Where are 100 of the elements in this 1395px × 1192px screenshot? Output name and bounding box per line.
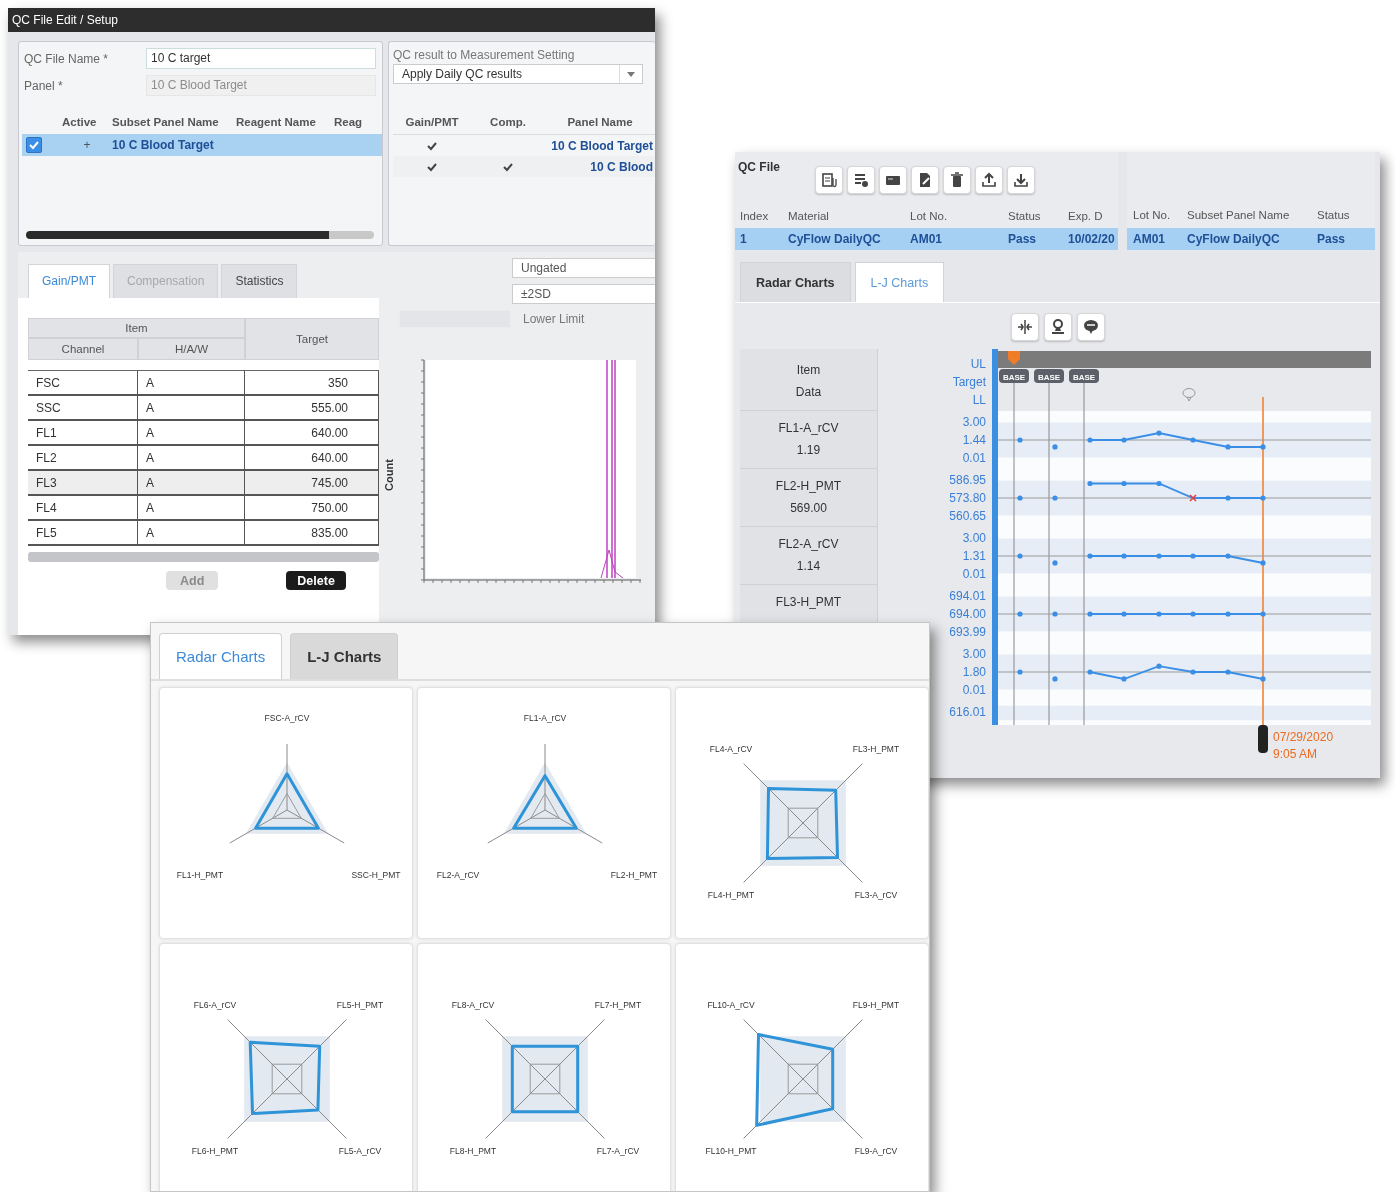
data-point	[1121, 553, 1127, 559]
data-point	[1087, 480, 1093, 487]
limit-value: 0.01	[962, 450, 986, 466]
check-icon	[28, 140, 40, 150]
caret-icon	[626, 70, 636, 78]
axis-label: FL5-A_rCV	[338, 1146, 382, 1156]
toolbar-button[interactable]	[847, 166, 875, 194]
axis-title: Count	[383, 459, 395, 491]
data-label: Data	[795, 385, 822, 399]
baseline-tag[interactable]: BASE	[1034, 369, 1064, 383]
table-cell-text: Pass	[1008, 232, 1038, 247]
toolbar-button[interactable]	[1076, 313, 1105, 341]
table-row[interactable]: AM01 CyFlow DailyQC Pass	[1127, 228, 1375, 250]
column-header: Active	[62, 116, 98, 128]
toolbar-button[interactable]	[943, 166, 971, 194]
table-cell: FL3	[28, 471, 138, 494]
table-cell: A	[138, 371, 245, 394]
axis-label: FL10-A_rCV	[707, 1000, 755, 1010]
table-cell-text: 10 C Blood Target	[112, 138, 215, 152]
column-header: Gain/PMT	[404, 116, 460, 128]
tab[interactable]: L-J Charts	[290, 633, 399, 679]
axis-label: FL4-A_rCV	[709, 744, 753, 754]
baseline-tag[interactable]: BASE	[999, 369, 1029, 383]
limit-value: 3.00	[962, 646, 986, 662]
button[interactable]: Delete	[286, 571, 346, 590]
column-header: Item	[28, 318, 245, 338]
axis-label: FL6-H_PMT	[191, 1146, 239, 1156]
data-point	[1087, 611, 1093, 617]
table-cell-text: AM01	[1133, 232, 1166, 246]
table-row[interactable]: FL1 A 640.00	[28, 421, 379, 446]
item-label: FL3-H_PMT	[775, 595, 842, 609]
data-point	[1260, 611, 1266, 617]
table-cell: FL2	[28, 446, 138, 469]
data-label: 1.19	[796, 443, 821, 457]
toolbar-button[interactable]	[1043, 313, 1072, 341]
table-cell: A	[138, 396, 245, 419]
table-row[interactable]: + 10 C Blood Target	[22, 134, 382, 156]
dropdown[interactable]: Apply Daily QC results	[393, 64, 643, 84]
column-header: Material	[788, 209, 830, 222]
data-point	[1156, 663, 1162, 669]
axis-label: FL4-H_PMT	[707, 890, 755, 900]
checkbox[interactable]	[26, 137, 42, 153]
table-cell-text: 1	[740, 232, 748, 247]
data-point	[1260, 560, 1266, 566]
table-row[interactable]: 10 C Blood Target	[393, 135, 655, 156]
dropdown[interactable]: ±2SD	[512, 284, 655, 304]
data-point	[1225, 495, 1231, 501]
data-point	[1190, 553, 1196, 559]
toolbar-button[interactable]	[815, 166, 843, 194]
table-cell: FL4	[28, 496, 138, 519]
horizontal-scrollbar[interactable]	[28, 552, 379, 562]
axis-label: FL7-A_rCV	[596, 1146, 640, 1156]
toolbar-button[interactable]	[879, 166, 907, 194]
download-icon	[1013, 172, 1029, 188]
marker-icon[interactable]	[1008, 351, 1020, 365]
target-value: 694.00	[949, 606, 986, 622]
toolbar-button[interactable]	[975, 166, 1003, 194]
table-row[interactable]: 1 CyFlow DailyQC AM01 Pass 10/02/20	[735, 228, 1118, 250]
data-point	[1156, 480, 1162, 487]
toolbar-button[interactable]	[911, 166, 939, 194]
table-cell: FL5	[28, 521, 138, 544]
limit-value: 3.00	[962, 414, 986, 430]
data-point	[1052, 444, 1058, 450]
column-header: Lot No.	[910, 209, 949, 222]
axis-label: FL9-A_rCV	[854, 1146, 898, 1156]
table-cell-text: CyFlow DailyQC	[788, 232, 882, 247]
data-point	[1017, 553, 1023, 559]
table-row[interactable]: FL3 A 745.00	[28, 471, 379, 496]
stamp-icon	[1049, 319, 1066, 335]
column-header: Reagent Name	[236, 116, 317, 128]
item-label: FL2-H_PMT	[775, 479, 842, 493]
data-label: 569.00	[790, 501, 827, 515]
data-point	[1121, 676, 1127, 682]
upload-icon	[981, 172, 997, 188]
tab[interactable]: Radar Charts	[740, 262, 851, 302]
axis-label: FL3-A_rCV	[854, 890, 898, 900]
column-header: Reag	[334, 116, 364, 128]
section-label: QC result to Measurement Setting	[393, 48, 576, 62]
table-row[interactable]: FL5 A 835.00	[28, 521, 379, 546]
baseline-tag[interactable]: BASE	[1069, 369, 1099, 383]
column-header: Exp. D	[1068, 209, 1104, 222]
table-cell: 745.00	[245, 471, 379, 494]
expand-toggle[interactable]: +	[62, 138, 112, 152]
data-point	[1087, 437, 1093, 443]
tab[interactable]: Statistics	[221, 264, 298, 298]
table-row[interactable]: SSC A 555.00	[28, 396, 379, 421]
data-point	[1121, 480, 1127, 487]
toolbar-button[interactable]	[1007, 166, 1035, 194]
text-field[interactable]: 10 C target	[146, 48, 376, 69]
toolbar-button[interactable]	[1010, 313, 1039, 341]
horizontal-scrollbar[interactable]	[26, 231, 374, 239]
item-label: FL1-A_rCV	[778, 421, 839, 435]
table-row[interactable]: FL4 A 750.00	[28, 496, 379, 521]
table-row[interactable]: 10 C Blood	[393, 156, 655, 177]
tab[interactable]: Gain/PMT	[28, 264, 110, 298]
tab[interactable]: Radar Charts	[159, 633, 283, 679]
table-row[interactable]: FSC A 350	[28, 371, 379, 396]
dropdown[interactable]: Ungated	[512, 258, 655, 278]
table-cell-text: 10/02/20	[1068, 232, 1116, 247]
field-label: QC File Name *	[23, 51, 110, 66]
